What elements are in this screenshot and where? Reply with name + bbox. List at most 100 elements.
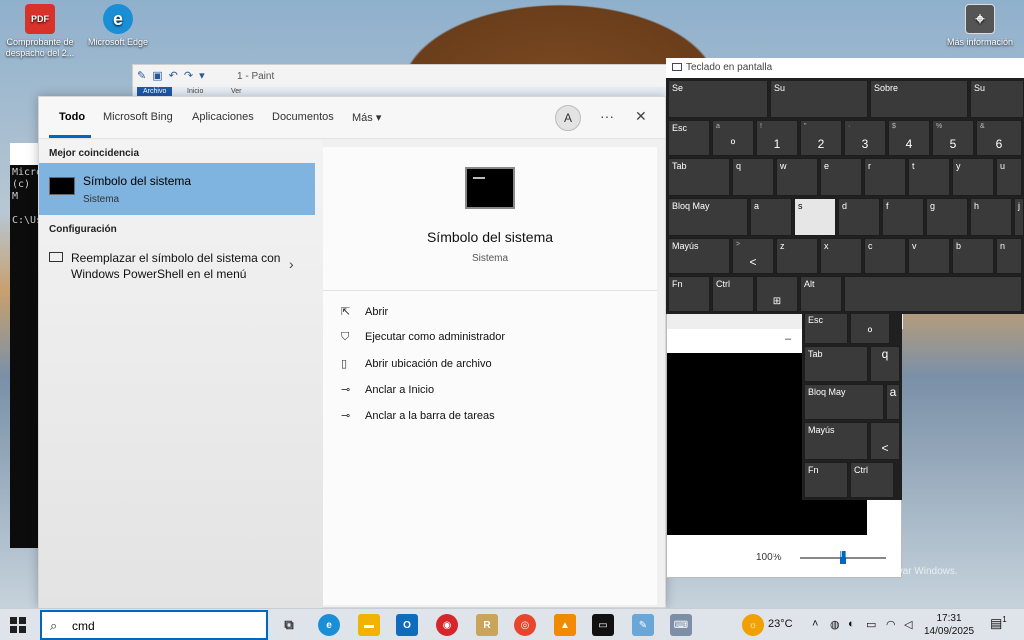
key-tab[interactable]: Tab — [668, 158, 730, 196]
key[interactable]: · 3 — [844, 120, 886, 156]
key-space[interactable] — [844, 276, 1022, 312]
key[interactable]: & 6 — [976, 120, 1022, 156]
settings-item[interactable]: Reemplazar el símbolo del sistema con Wi… — [39, 246, 315, 288]
action-run-as-admin[interactable]: ⛉ Ejecutar como administrador — [341, 331, 505, 344]
key-prediction[interactable]: Se — [668, 80, 768, 118]
task-view-icon[interactable]: ⧉ — [278, 614, 300, 636]
key[interactable]: Mayús — [804, 422, 868, 460]
key[interactable]: > < — [732, 238, 774, 274]
key[interactable]: e — [820, 158, 862, 196]
game-icon[interactable]: R — [476, 614, 498, 636]
key[interactable]: r — [864, 158, 906, 196]
key[interactable]: q — [732, 158, 774, 196]
tab-more[interactable]: Más ▾ — [352, 111, 381, 124]
wifi-icon[interactable]: ◠ — [886, 618, 896, 631]
key[interactable]: a — [886, 384, 900, 420]
key[interactable]: j — [1014, 198, 1024, 236]
key[interactable]: Esc — [804, 312, 848, 344]
weather-temp[interactable]: 23°C — [768, 618, 793, 630]
bluetooth-icon[interactable]: ◐ — [848, 618, 855, 630]
paint-window[interactable]: ✎ ▣ ↶ ↷ ▾ 1 - Paint Archivo Inicio Ver — [132, 64, 672, 99]
minimize-icon[interactable]: – — [785, 333, 791, 345]
key[interactable]: q — [870, 346, 900, 382]
key[interactable]: " 2 — [800, 120, 842, 156]
key[interactable]: aº — [712, 120, 754, 156]
action-pin-start[interactable]: ⊸ Anclar a Inicio — [341, 383, 434, 396]
desktop-icon-edge[interactable]: e Microsoft Edge — [78, 4, 158, 48]
key[interactable]: v — [908, 238, 950, 274]
desktop-icon-pdf[interactable]: PDF Comprobante de despacho del 2... — [0, 4, 80, 59]
key[interactable]: Tab — [804, 346, 868, 382]
key[interactable]: g — [926, 198, 968, 236]
key-alt[interactable]: Alt — [800, 276, 842, 312]
key-prediction[interactable]: Su — [970, 80, 1024, 118]
key-shift[interactable]: Mayús — [668, 238, 730, 274]
key[interactable]: º — [850, 312, 890, 344]
key[interactable]: $4 — [888, 120, 930, 156]
chrome-icon[interactable]: ◎ — [514, 614, 536, 636]
key-fn[interactable]: Fn — [668, 276, 710, 312]
search-input[interactable]: cmd — [72, 619, 95, 633]
key[interactable]: x — [820, 238, 862, 274]
keyboard-icon[interactable]: ⌨ — [670, 614, 692, 636]
close-icon[interactable]: ✕ — [635, 108, 647, 125]
key[interactable]: d — [838, 198, 880, 236]
action-open[interactable]: ⇱ Abrir — [341, 305, 388, 318]
key[interactable]: c — [864, 238, 906, 274]
chevron-up-icon[interactable]: ˄ — [812, 618, 818, 630]
key[interactable]: f — [882, 198, 924, 236]
key-prediction[interactable]: Su — [770, 80, 868, 118]
paint-icon[interactable]: ✎ — [632, 614, 654, 636]
app-icon[interactable]: ◉ — [436, 614, 458, 636]
vlc-icon[interactable]: ▲ — [554, 614, 576, 636]
cmd-icon[interactable]: ▭ — [592, 614, 614, 636]
key-ctrl[interactable]: Ctrl — [712, 276, 754, 312]
key-highlighted[interactable]: s — [794, 198, 836, 236]
key[interactable]: Bloq May — [804, 384, 884, 420]
desktop-icon-more-info[interactable]: ⌖ Más información — [940, 4, 1020, 48]
volume-icon[interactable]: ◁ — [904, 618, 912, 631]
key[interactable]: Fn — [804, 462, 848, 498]
redo-icon[interactable]: ↷ — [184, 69, 193, 82]
battery-icon[interactable]: ▭ — [866, 618, 876, 631]
best-match-item[interactable]: Símbolo del sistema Sistema — [39, 163, 315, 215]
windows-start-icon[interactable] — [10, 617, 26, 633]
save-icon[interactable]: ▣ — [152, 69, 162, 82]
action-pin-taskbar[interactable]: ⊸ Anclar a la barra de tareas — [341, 409, 495, 422]
key[interactable]: y — [952, 158, 994, 196]
key[interactable]: n — [996, 238, 1022, 274]
more-options-icon[interactable]: ··· — [600, 108, 614, 124]
key-esc[interactable]: Esc — [668, 120, 710, 156]
key-prediction[interactable]: Sobre — [870, 80, 968, 118]
meet-icon[interactable]: ◍ — [830, 618, 840, 631]
key[interactable]: h — [970, 198, 1012, 236]
tab-all[interactable]: Todo — [59, 111, 85, 123]
undo-icon[interactable]: ↶ — [169, 69, 178, 82]
file-explorer-icon[interactable]: ▬ — [358, 614, 380, 636]
tab-bing[interactable]: Microsoft Bing — [103, 111, 173, 123]
key[interactable]: % 5 — [932, 120, 974, 156]
on-screen-keyboard[interactable]: Teclado en pantalla Se Su Sobre Su Esc a… — [666, 58, 1024, 314]
key[interactable]: < — [870, 422, 900, 460]
key-caps-lock[interactable]: Bloq May — [668, 198, 748, 236]
key[interactable]: b — [952, 238, 994, 274]
chevron-down-icon[interactable]: ▾ — [199, 69, 205, 82]
edge-icon[interactable]: e — [318, 614, 340, 636]
action-open-location[interactable]: ▯ Abrir ubicación de archivo — [341, 357, 492, 370]
tab-apps[interactable]: Aplicaciones — [192, 111, 254, 123]
key[interactable]: z — [776, 238, 818, 274]
tab-documents[interactable]: Documentos — [272, 111, 334, 123]
key[interactable]: ! 1 — [756, 120, 798, 156]
key[interactable]: w — [776, 158, 818, 196]
weather-icon[interactable]: ☼ — [742, 614, 764, 636]
outlook-icon[interactable]: O — [396, 614, 418, 636]
clock[interactable]: 17:31 14/09/2025 — [924, 612, 974, 638]
key[interactable]: Ctrl — [850, 462, 894, 498]
avatar[interactable]: A — [555, 105, 581, 131]
key[interactable]: t — [908, 158, 950, 196]
key-windows[interactable]: ⊞ — [756, 276, 798, 312]
notification-icon[interactable]: ▤1 — [990, 615, 1007, 631]
key[interactable]: u — [996, 158, 1022, 196]
key[interactable]: a — [750, 198, 792, 236]
cmd-window[interactable]: Micro (c) M C:\Us — [10, 143, 42, 548]
